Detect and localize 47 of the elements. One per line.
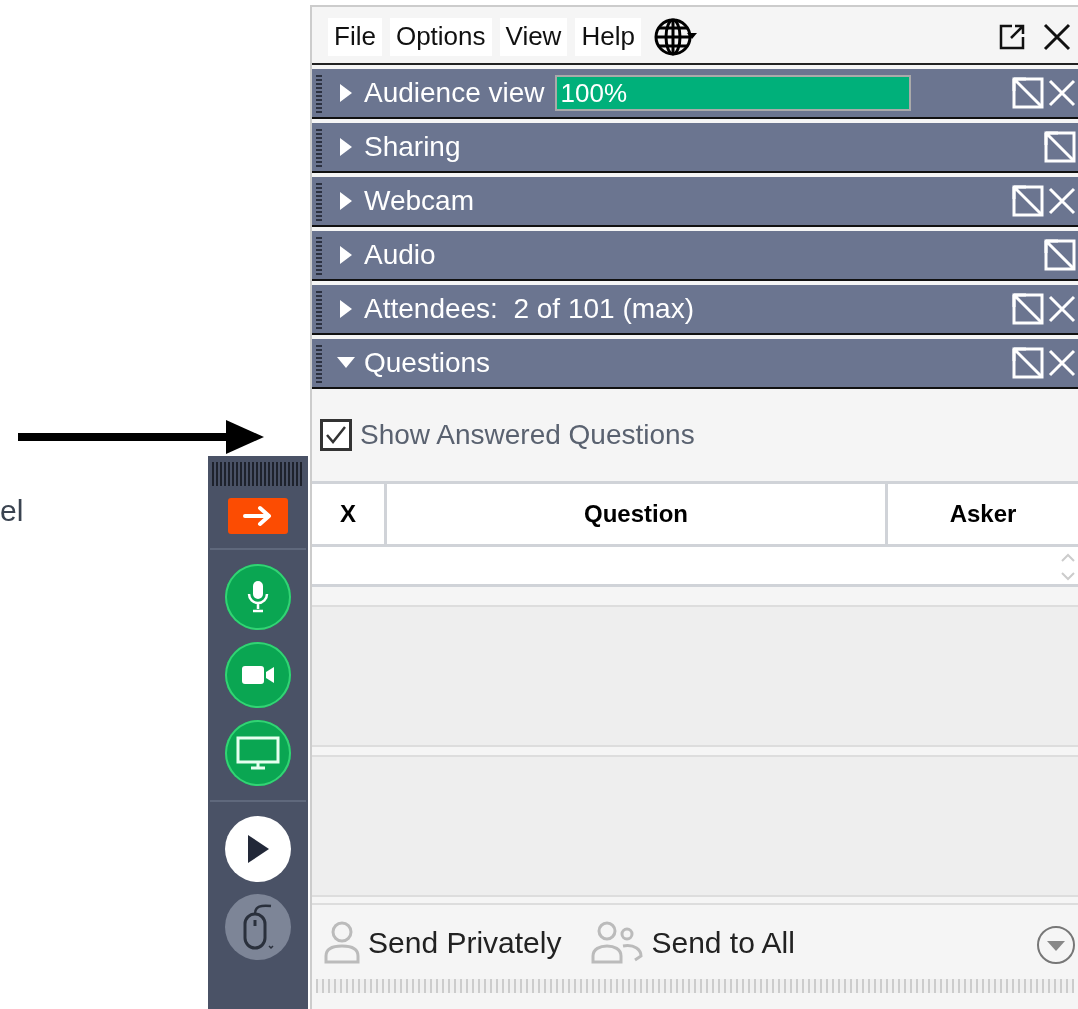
close-icon[interactable] — [1042, 22, 1072, 52]
detach-icon[interactable] — [1012, 293, 1044, 325]
section-header[interactable]: Audio — [312, 231, 1078, 281]
section-title: Sharing — [364, 130, 461, 164]
people-icon — [591, 920, 646, 964]
resize-grip[interactable] — [316, 979, 1074, 993]
dropdown-icon — [1036, 924, 1076, 965]
section-title: Attendees: 2 of 101 (max) — [364, 292, 694, 326]
globe-icon — [652, 17, 697, 57]
microphone-icon — [246, 580, 270, 614]
column-header[interactable]: Asker — [885, 484, 1078, 544]
checkbox-label: Show Answered Questions — [360, 418, 695, 452]
checked-checkbox[interactable] — [320, 419, 352, 451]
menu-item[interactable]: View — [499, 18, 568, 56]
exit-button[interactable] — [228, 498, 288, 534]
menu-item[interactable]: File — [328, 18, 382, 56]
column-header[interactable]: X — [312, 484, 384, 544]
section-title: Webcam — [364, 184, 474, 218]
pop-out-icon[interactable] — [998, 23, 1026, 51]
monitor-icon — [236, 736, 280, 770]
partial-text: el — [0, 493, 25, 526]
detach-icon[interactable] — [1012, 347, 1044, 379]
menu-item[interactable]: Options — [389, 18, 492, 56]
section-header[interactable]: Sharing — [312, 123, 1078, 173]
section-title: Audio — [364, 238, 436, 272]
progress-reading: 100% — [560, 77, 628, 109]
mouse-icon — [241, 902, 275, 952]
section-header[interactable]: Audience view 100% — [312, 69, 1078, 119]
grip-handle[interactable] — [212, 462, 304, 486]
arrow-icon — [243, 505, 273, 527]
detach-icon[interactable] — [1044, 239, 1076, 271]
detach-icon[interactable] — [1012, 185, 1044, 217]
menu-item[interactable]: Help — [575, 18, 641, 56]
section-header[interactable]: Webcam — [312, 177, 1078, 227]
camera-icon — [242, 665, 274, 685]
section-header[interactable]: Attendees: 2 of 101 (max) — [312, 285, 1078, 335]
detach-icon[interactable] — [1012, 77, 1044, 109]
detach-icon[interactable] — [1044, 131, 1076, 163]
play-icon — [246, 834, 270, 864]
person-icon — [322, 920, 362, 964]
footer-button[interactable]: Send to All — [591, 919, 795, 965]
section-title: Questions — [364, 346, 491, 380]
column-header[interactable]: Question — [384, 484, 885, 544]
language-menu[interactable] — [652, 17, 697, 57]
section-title: Audience view — [364, 76, 545, 110]
section-header[interactable]: Questions — [312, 339, 1078, 389]
footer-button[interactable]: Send Privately — [322, 919, 562, 965]
